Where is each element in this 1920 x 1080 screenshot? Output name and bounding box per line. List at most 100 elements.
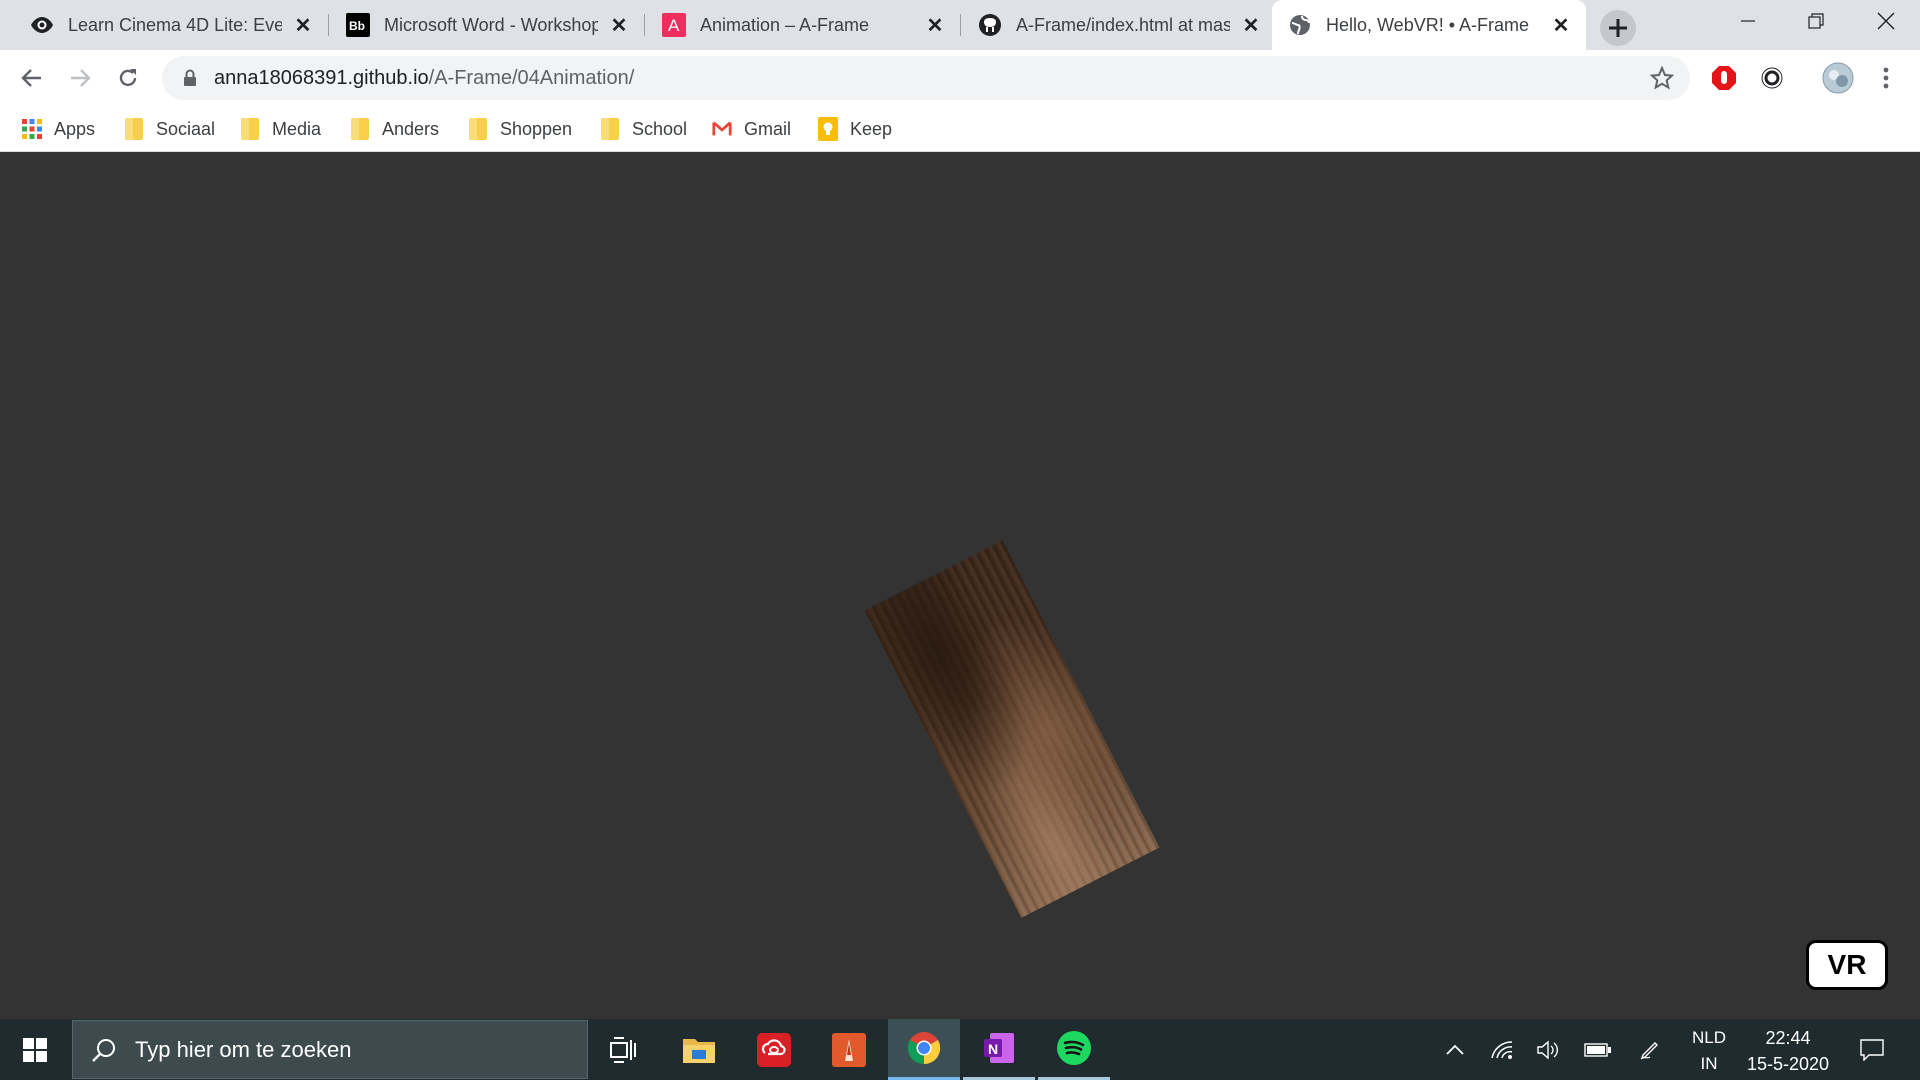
bookmark-label: Media bbox=[272, 118, 322, 139]
svg-text:Bb: Bb bbox=[349, 19, 365, 33]
bookmark-keep[interactable]: Keep bbox=[818, 114, 892, 144]
search-icon bbox=[89, 1035, 119, 1065]
task-view-button[interactable] bbox=[588, 1019, 660, 1080]
wifi-icon bbox=[1491, 1040, 1513, 1059]
tab-title: Microsoft Word - Workshop bbox=[384, 14, 598, 35]
bookmark-gmail[interactable]: Gmail bbox=[712, 114, 791, 144]
forward-button[interactable] bbox=[62, 60, 98, 96]
bookmark-label: Anders bbox=[382, 118, 440, 139]
browser-toolbar: anna18068391.github.io/A-Frame/04Animati… bbox=[0, 50, 1920, 106]
url-text[interactable]: anna18068391.github.io/A-Frame/04Animati… bbox=[214, 67, 634, 90]
tab-learn-cinema-4d[interactable]: Learn Cinema 4D Lite: Every ✕ bbox=[14, 0, 328, 50]
close-icon[interactable]: ✕ bbox=[292, 14, 314, 37]
enter-vr-button[interactable]: VR bbox=[1806, 940, 1888, 990]
bookmark-star-icon[interactable] bbox=[1649, 65, 1675, 97]
taskbar-creative-cloud[interactable] bbox=[738, 1019, 810, 1080]
close-icon[interactable]: ✕ bbox=[608, 14, 630, 37]
reload-button[interactable] bbox=[110, 60, 146, 96]
restore-icon bbox=[1808, 13, 1824, 29]
url-host: anna18068391.github.io bbox=[214, 66, 429, 89]
folder-icon bbox=[124, 118, 144, 140]
wood-plank-object bbox=[864, 540, 1160, 918]
action-center-button[interactable] bbox=[1850, 1019, 1894, 1080]
input-language-indicator[interactable]: NLD IN bbox=[1684, 1025, 1734, 1077]
menu-kebab-icon[interactable] bbox=[1870, 62, 1902, 94]
bookmark-label: School bbox=[632, 118, 688, 139]
pen-workspace-button[interactable] bbox=[1634, 1019, 1666, 1080]
close-icon[interactable]: ✕ bbox=[1240, 14, 1262, 37]
windows-taskbar: Typ hier om te zoeken N NLD IN 22:44 15-… bbox=[0, 1019, 1920, 1080]
close-window-button[interactable] bbox=[1852, 0, 1920, 42]
bookmark-folder-school[interactable]: School bbox=[600, 114, 687, 144]
bookmark-label: Gmail bbox=[744, 118, 792, 139]
file-explorer-icon bbox=[683, 1038, 715, 1063]
new-tab-button[interactable] bbox=[1600, 10, 1636, 46]
aframe-icon: A bbox=[662, 13, 686, 37]
close-icon bbox=[1877, 12, 1895, 30]
taskbar-spotify[interactable] bbox=[1038, 1019, 1110, 1080]
wifi-status[interactable] bbox=[1486, 1019, 1518, 1080]
task-view-icon bbox=[610, 1036, 636, 1063]
tab-divider bbox=[644, 14, 645, 36]
bookmark-folder-media[interactable]: Media bbox=[240, 114, 321, 144]
bookmark-folder-anders[interactable]: Anders bbox=[350, 114, 439, 144]
show-hidden-icons-button[interactable] bbox=[1440, 1019, 1470, 1080]
onenote-icon: N bbox=[984, 1033, 1014, 1063]
chrome-icon bbox=[907, 1032, 941, 1065]
bookmark-folder-sociaal[interactable]: Sociaal bbox=[124, 114, 215, 144]
tab-microsoft-word[interactable]: Bb Microsoft Word - Workshop ✕ bbox=[330, 0, 644, 50]
bookmark-label: Keep bbox=[850, 118, 893, 139]
svg-text:N: N bbox=[988, 1041, 998, 1057]
globe-icon bbox=[1288, 13, 1312, 37]
aframe-scene-canvas[interactable]: VR bbox=[0, 153, 1920, 1019]
bookmark-label: Shoppen bbox=[500, 118, 573, 139]
taskbar-app[interactable] bbox=[813, 1019, 885, 1080]
tab-hello-webvr[interactable]: Hello, WebVR! • A-Frame ✕ bbox=[1272, 0, 1586, 50]
tab-animation-aframe[interactable]: A Animation – A-Frame ✕ bbox=[646, 0, 960, 50]
notification-icon bbox=[1860, 1038, 1884, 1061]
eye-icon bbox=[30, 13, 54, 37]
volume-control[interactable] bbox=[1532, 1019, 1564, 1080]
spotify-icon bbox=[1057, 1031, 1091, 1065]
tab-github-aframe[interactable]: A-Frame/index.html at mas ✕ bbox=[962, 0, 1276, 50]
system-clock[interactable]: 22:44 15-5-2020 bbox=[1738, 1025, 1838, 1077]
taskbar-chrome[interactable] bbox=[888, 1019, 960, 1080]
speaker-icon bbox=[1537, 1040, 1558, 1059]
folder-icon bbox=[350, 118, 370, 140]
back-button[interactable] bbox=[14, 60, 50, 96]
clock-time: 22:44 bbox=[1765, 1028, 1811, 1048]
folder-icon bbox=[600, 118, 620, 140]
taskbar-onenote[interactable]: N bbox=[963, 1019, 1035, 1080]
taskbar-file-explorer[interactable] bbox=[663, 1019, 735, 1080]
tab-divider bbox=[960, 14, 961, 36]
minimize-button[interactable] bbox=[1714, 0, 1782, 42]
arrow-left-icon bbox=[21, 69, 41, 87]
folder-icon bbox=[468, 118, 488, 140]
url-path: /A-Frame/04Animation/ bbox=[428, 66, 635, 89]
profile-avatar[interactable] bbox=[1822, 62, 1854, 94]
adblock-extension-icon[interactable] bbox=[1708, 62, 1740, 94]
tab-title: Animation – A-Frame bbox=[700, 14, 870, 35]
taskbar-search-input[interactable]: Typ hier om te zoeken bbox=[72, 1020, 588, 1079]
start-button[interactable] bbox=[0, 1019, 70, 1080]
folder-icon bbox=[240, 118, 260, 140]
close-icon[interactable]: ✕ bbox=[924, 14, 946, 37]
keep-icon bbox=[818, 117, 838, 141]
bookmark-folder-shoppen[interactable]: Shoppen bbox=[468, 114, 572, 144]
language-code: NLD bbox=[1691, 1028, 1726, 1047]
clock-date: 15-5-2020 bbox=[1746, 1054, 1830, 1074]
extension-icon[interactable] bbox=[1756, 62, 1788, 94]
svg-text:A: A bbox=[668, 16, 680, 35]
bookmarks-bar: Apps Sociaal Media Anders Shoppen School… bbox=[0, 106, 1920, 152]
chevron-up-icon bbox=[1446, 1044, 1464, 1055]
lock-icon[interactable] bbox=[180, 68, 200, 88]
bookmark-label: Apps bbox=[54, 118, 96, 139]
bookmark-apps[interactable]: Apps bbox=[22, 114, 95, 144]
address-bar[interactable]: anna18068391.github.io/A-Frame/04Animati… bbox=[162, 56, 1690, 100]
close-icon[interactable]: ✕ bbox=[1550, 14, 1572, 37]
keyboard-layout: IN bbox=[1700, 1054, 1718, 1073]
minimize-icon bbox=[1741, 20, 1755, 22]
arrow-right-icon bbox=[71, 69, 91, 87]
restore-button[interactable] bbox=[1782, 0, 1850, 42]
battery-status[interactable] bbox=[1580, 1019, 1616, 1080]
